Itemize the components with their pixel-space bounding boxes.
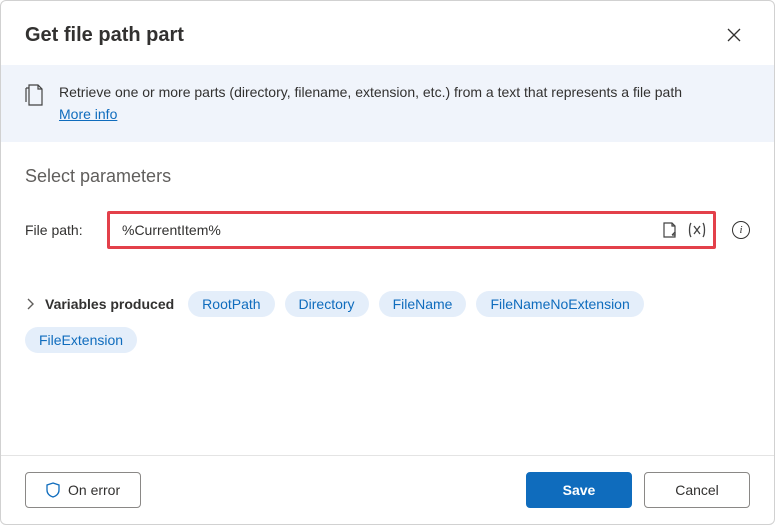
file-path-input-wrap <box>107 211 716 249</box>
on-error-button[interactable]: On error <box>25 472 141 508</box>
input-icons <box>661 221 707 239</box>
variables-produced-row: Variables produced RootPath Directory Fi… <box>25 291 750 353</box>
file-path-input[interactable] <box>120 221 661 239</box>
close-button[interactable] <box>718 19 750 51</box>
dialog-title: Get file path part <box>25 24 184 47</box>
variable-pill[interactable]: Directory <box>285 291 369 317</box>
footer-right: Save Cancel <box>526 472 750 508</box>
variable-pill[interactable]: FileName <box>379 291 467 317</box>
file-path-label: File path: <box>25 222 97 238</box>
save-button[interactable]: Save <box>526 472 632 508</box>
info-icon[interactable]: i <box>732 221 750 239</box>
description-text: Retrieve one or more parts (directory, f… <box>59 84 682 100</box>
section-title: Select parameters <box>25 166 750 187</box>
chevron-right-icon <box>25 298 35 310</box>
dialog-footer: On error Save Cancel <box>1 455 774 524</box>
description-text-wrap: Retrieve one or more parts (directory, f… <box>59 82 682 124</box>
close-icon <box>727 28 741 42</box>
description-banner: Retrieve one or more parts (directory, f… <box>1 65 774 142</box>
shield-icon <box>46 482 60 498</box>
file-icon <box>25 84 45 111</box>
cancel-button[interactable]: Cancel <box>644 472 750 508</box>
expand-toggle[interactable] <box>25 298 35 310</box>
variables-produced-label: Variables produced <box>45 296 174 312</box>
variable-pill[interactable]: FileNameNoExtension <box>476 291 643 317</box>
dialog: Get file path part Retrieve one or more … <box>0 0 775 525</box>
file-path-row: File path: i <box>25 211 750 249</box>
more-info-link[interactable]: More info <box>59 104 117 124</box>
dialog-header: Get file path part <box>1 1 774 65</box>
dialog-body: Select parameters File path: i <box>1 142 774 455</box>
on-error-label: On error <box>68 482 120 498</box>
variable-pill[interactable]: RootPath <box>188 291 274 317</box>
variable-pill[interactable]: FileExtension <box>25 327 137 353</box>
select-file-icon[interactable] <box>661 221 679 239</box>
variable-icon[interactable] <box>687 222 707 238</box>
